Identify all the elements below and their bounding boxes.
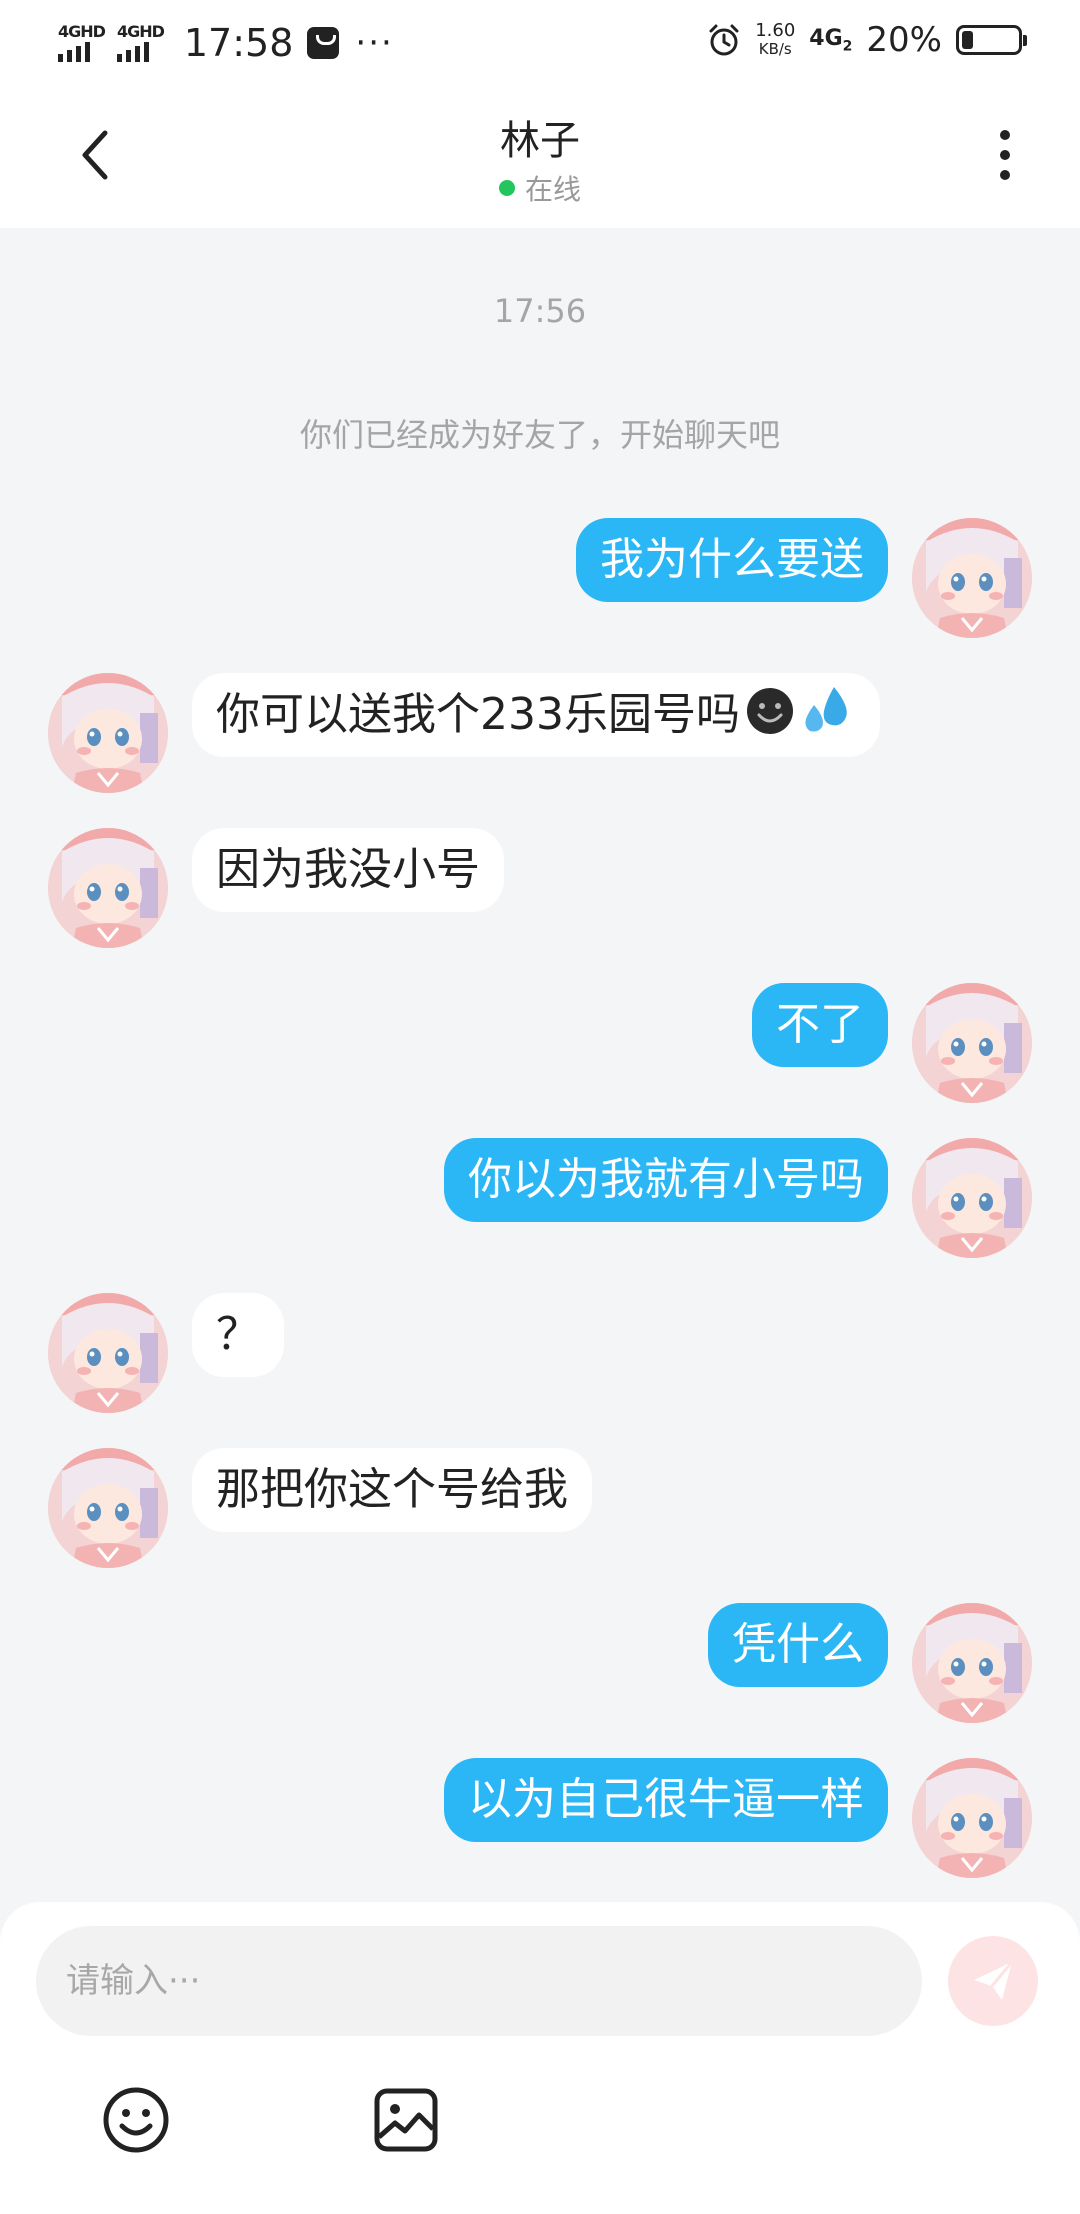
emoji-button[interactable]	[100, 2084, 172, 2156]
network-type: 4G2	[809, 26, 852, 54]
message-text: 你可以送我个233乐园号吗	[216, 689, 740, 740]
online-dot-icon	[498, 180, 515, 196]
my-avatar[interactable]	[912, 518, 1032, 638]
message-bubble[interactable]: ？	[192, 1293, 284, 1377]
message-row-received: 因为我没小号	[0, 828, 1080, 948]
message-bubble[interactable]: 你可以送我个233乐园号吗	[192, 673, 880, 757]
more-notifications-icon: ···	[355, 23, 394, 63]
shopping-bag-icon	[307, 27, 340, 59]
message-text: 凭什么	[732, 1619, 864, 1670]
speed-value: 1.60	[755, 20, 796, 41]
more-options-button[interactable]	[970, 120, 1040, 190]
network-label: 4G	[809, 25, 843, 51]
online-status: 在线	[0, 168, 1080, 208]
alarm-icon	[709, 24, 739, 56]
sweat-droplets-emoji-icon	[805, 687, 847, 732]
status-bar-left: 4GHD 4GHD 17:58 ···	[58, 18, 394, 68]
network-speed: 1.60 KB/s	[755, 20, 796, 59]
message-row-sent: 不了	[0, 983, 1080, 1103]
message-row-received: ？	[0, 1293, 1080, 1413]
my-avatar[interactable]	[912, 1603, 1032, 1723]
message-bubble[interactable]: 因为我没小号	[192, 828, 504, 912]
message-emojis	[740, 687, 856, 740]
dark-smiley-emoji-icon	[746, 688, 793, 734]
message-text: 因为我没小号	[216, 844, 480, 895]
message-bubble[interactable]: 以为自己很牛逼一样	[444, 1758, 888, 1842]
composer	[0, 1902, 1080, 2214]
my-avatar[interactable]	[912, 983, 1032, 1103]
message-bubble[interactable]: 那把你这个号给我	[192, 1448, 592, 1532]
chat-timestamp: 17:56	[493, 292, 587, 330]
send-button[interactable]	[948, 1936, 1038, 2026]
signal-icon-2: 4GHD	[116, 22, 165, 62]
battery-fill	[962, 31, 973, 49]
message-row-sent: 你以为我就有小号吗	[0, 1138, 1080, 1258]
battery-icon	[956, 25, 1027, 55]
message-text: 那把你这个号给我	[216, 1464, 568, 1515]
message-bubble[interactable]: 我为什么要送	[576, 518, 888, 602]
signal-1-label: 4GHD	[58, 22, 106, 41]
message-row-sent: 以为自己很牛逼一样	[0, 1758, 1080, 1878]
message-row-sent: 我为什么要送	[0, 518, 1080, 638]
more-vertical-icon	[1000, 130, 1010, 180]
message-text: ？	[216, 1309, 260, 1360]
contact-name: 林子	[500, 118, 580, 164]
send-icon	[974, 1961, 1014, 2000]
message-text: 我为什么要送	[600, 534, 864, 585]
my-avatar[interactable]	[912, 1758, 1032, 1878]
message-row-received: 你可以送我个233乐园号吗	[0, 673, 1080, 793]
message-text: 以为自己很牛逼一样	[468, 1774, 864, 1825]
contact-avatar[interactable]	[48, 1293, 168, 1413]
message-bubble[interactable]: 凭什么	[708, 1603, 888, 1687]
message-row-sent: 凭什么	[0, 1603, 1080, 1723]
status-bar-right: 1.60 KB/s 4G2 20%	[707, 20, 1027, 60]
contact-avatar[interactable]	[48, 828, 168, 948]
message-text: 不了	[776, 999, 864, 1050]
message-bubble[interactable]: 不了	[752, 983, 888, 1067]
message-input[interactable]	[36, 1926, 922, 2036]
contact-avatar[interactable]	[48, 1448, 168, 1568]
status-bar: 4GHD 4GHD 17:58 ··· 1.60 KB/s 4G2 20%	[0, 0, 1080, 88]
signal-2-label: 4GHD	[116, 22, 165, 41]
emoji-icon	[103, 2087, 169, 2153]
online-status-label: 在线	[524, 173, 581, 206]
battery-percent: 20%	[866, 20, 942, 60]
status-time: 17:58	[183, 21, 294, 65]
chat-header: 林子 在线	[0, 88, 1080, 228]
signal-icon-1: 4GHD	[58, 22, 106, 62]
message-text: 你以为我就有小号吗	[468, 1154, 864, 1205]
message-bubble[interactable]: 你以为我就有小号吗	[444, 1138, 888, 1222]
my-avatar[interactable]	[912, 1138, 1032, 1258]
system-notice: 你们已经成为好友了，开始聊天吧	[299, 416, 780, 454]
image-button[interactable]	[370, 2084, 442, 2156]
message-row-received: 那把你这个号给我	[0, 1448, 1080, 1568]
network-sub-label: 2	[842, 38, 853, 55]
speed-unit: KB/s	[758, 40, 792, 58]
contact-avatar[interactable]	[48, 673, 168, 793]
image-icon	[374, 2088, 438, 2152]
